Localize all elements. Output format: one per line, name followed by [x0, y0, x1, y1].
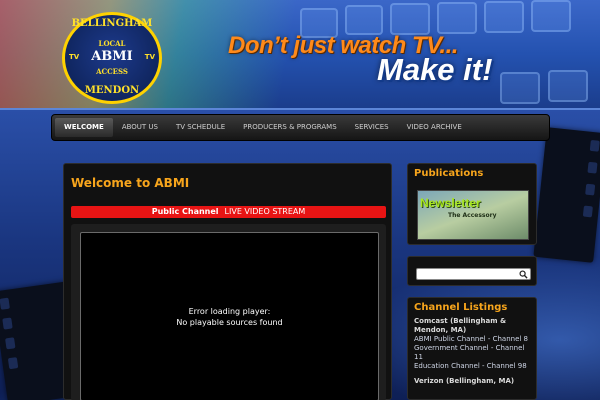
channel-group-verizon: Verizon (Bellingham, MA) [408, 377, 536, 386]
video-player-container: Error loading player: No playable source… [71, 224, 386, 400]
player-error-line-1: Error loading player: [188, 306, 271, 316]
player-error-line-2: No playable sources found [176, 317, 283, 327]
channel-line: ABMI Public Channel - Channel 8 [414, 335, 528, 343]
newsletter-image-title: Newsletter [420, 196, 481, 210]
abmi-logo[interactable]: BELLINGHAM LOCAL ABMI ACCESS MENDON TV T… [62, 12, 162, 104]
publications-title: Publications [414, 168, 484, 179]
provider-name: Verizon (Bellingham, MA) [414, 377, 515, 385]
page-title: Welcome to ABMI [71, 176, 190, 190]
provider-name: Comcast (Bellingham & Mendon, MA) [414, 317, 507, 334]
nav-item-about-us[interactable]: ABOUT US [113, 118, 167, 137]
nav-item-welcome[interactable]: WELCOME [55, 118, 113, 137]
channel-line: Government Channel - Channel 11 [414, 344, 525, 361]
logo-tv-left: TV [69, 53, 80, 61]
search-input[interactable] [416, 268, 531, 280]
live-stream-label: LIVE VIDEO STREAM [224, 207, 306, 216]
logo-local-text: LOCAL [98, 39, 126, 48]
channel-group-comcast: Comcast (Bellingham & Mendon, MA) ABMI P… [408, 317, 536, 371]
channel-listings-widget: Channel Listings Comcast (Bellingham & M… [407, 297, 537, 400]
tagline-secondary: Make it! [377, 52, 493, 87]
video-player[interactable]: Error loading player: No playable source… [80, 232, 379, 400]
nav-item-tv-schedule[interactable]: TV SCHEDULE [167, 118, 234, 137]
nav-item-services[interactable]: SERVICES [346, 118, 398, 137]
search-icon[interactable] [519, 270, 528, 279]
logo-top-text: BELLINGHAM [71, 18, 153, 29]
logo-tv-right: TV [144, 53, 155, 61]
nav-item-producers-programs[interactable]: PRODUCERS & PROGRAMS [234, 118, 346, 137]
newsletter-image[interactable]: Newsletter The Accessory [417, 190, 529, 240]
newsletter-image-subtitle: The Accessory [448, 212, 497, 219]
channel-line: Education Channel - Channel 98 [414, 362, 527, 370]
channel-listings-title: Channel Listings [414, 302, 508, 313]
site-header: BELLINGHAM LOCAL ABMI ACCESS MENDON TV T… [0, 0, 600, 110]
live-channel-label: Public Channel [151, 207, 219, 216]
live-stream-bar[interactable]: Public Channel LIVE VIDEO STREAM [71, 206, 386, 218]
search-widget [407, 256, 537, 286]
nav-item-video-archive[interactable]: VIDEO ARCHIVE [398, 118, 471, 137]
main-navigation: WELCOME ABOUT US TV SCHEDULE PRODUCERS &… [51, 114, 550, 141]
main-content: Welcome to ABMI Public Channel LIVE VIDEO… [63, 163, 392, 400]
publications-widget: Publications Newsletter The Accessory [407, 163, 537, 245]
logo-bottom-text: MENDON [84, 85, 140, 96]
logo-access-text: ACCESS [96, 67, 128, 76]
film-strip-decoration [533, 127, 600, 263]
